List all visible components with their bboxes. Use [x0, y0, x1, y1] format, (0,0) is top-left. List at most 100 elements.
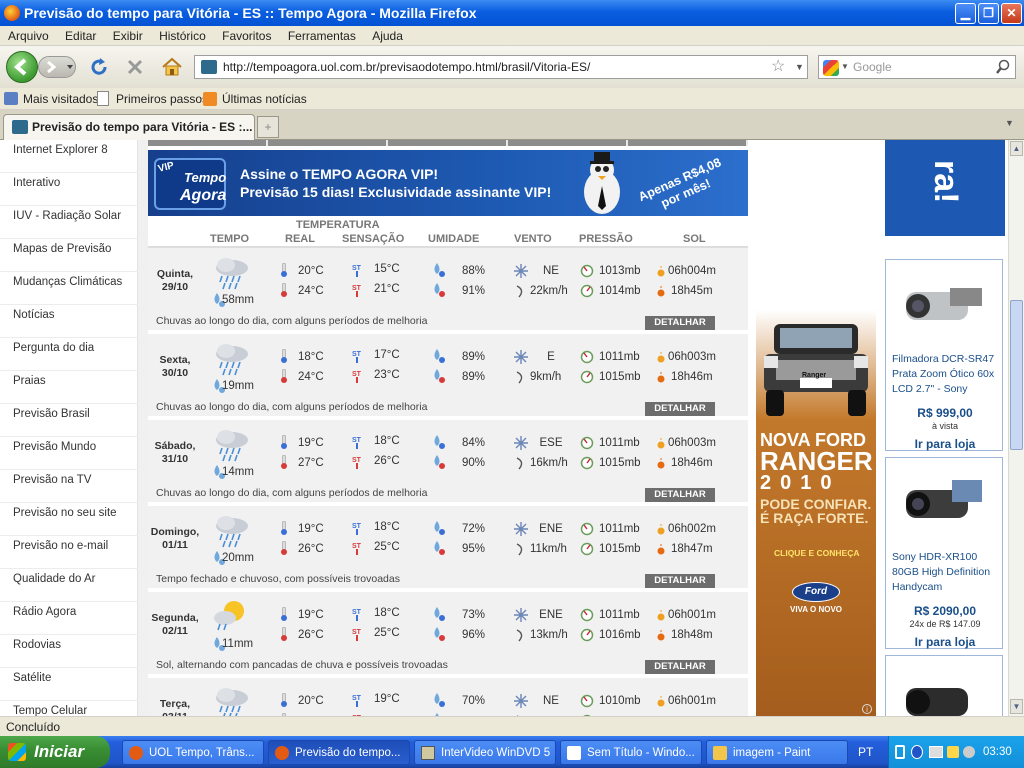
stop-icon[interactable] [124, 56, 146, 78]
row-day: Quinta, 29/10 [156, 268, 194, 293]
new-tab-button[interactable]: + [257, 116, 279, 138]
product-2-name[interactable]: Sony HDR-XR100 80GB High Definition Hand… [892, 550, 1000, 595]
engine-dropdown-icon[interactable]: ▼ [841, 56, 849, 78]
product-card-3[interactable] [885, 655, 1003, 716]
row-hum-max: 96% [462, 629, 486, 641]
detalhar-button[interactable]: DETALHAR [645, 488, 715, 502]
row-hum-min: 84% [462, 437, 486, 449]
search-box[interactable]: ▼ Google [818, 55, 1016, 79]
address-bar[interactable]: http://tempoagora.uol.com.br/previsaodot… [194, 55, 808, 79]
sidebar-item[interactable]: Satélite [0, 668, 138, 701]
product-2-link[interactable]: Ir para loja [886, 635, 1004, 649]
search-icon[interactable] [995, 59, 1011, 75]
ford-cta[interactable]: CLIQUE E CONHEÇA [774, 548, 859, 558]
detalhar-button[interactable]: DETALHAR [645, 574, 715, 588]
header-vento: VENTO [514, 233, 552, 245]
sidebar-item[interactable]: Notícias [0, 305, 138, 338]
most-visited-icon [4, 92, 18, 105]
scroll-up-button[interactable]: ▲ [1010, 141, 1023, 156]
back-button[interactable] [6, 51, 38, 83]
home-icon[interactable] [160, 55, 184, 79]
bookmark-getting-started[interactable]: Primeiros passos [116, 88, 208, 110]
start-button[interactable]: Iniciar [0, 736, 110, 768]
volume-icon[interactable] [963, 746, 975, 758]
close-button[interactable]: ✕ [1001, 3, 1022, 24]
minimize-button[interactable]: ▁ [955, 3, 976, 24]
tab-list-icon[interactable]: ▼ [1005, 118, 1014, 128]
system-tray: 03:30 [888, 736, 1024, 768]
task-windows-media[interactable]: Sem Título - Windo... [560, 740, 702, 765]
sidebar-item[interactable]: Previsão Mundo [0, 437, 138, 470]
tray-app-icon[interactable] [895, 745, 905, 759]
product-1-name[interactable]: Filmadora DCR-SR47 Prata Zoom Ótico 60x … [892, 352, 1000, 397]
sidebar-item[interactable]: Praias [0, 371, 138, 404]
bluetooth-icon[interactable] [911, 745, 923, 759]
network-icon[interactable] [929, 746, 943, 758]
header-sensacao: SENSAÇÃO [342, 233, 405, 245]
menu-ajuda[interactable]: Ajuda [372, 29, 403, 43]
sidebar-item[interactable]: Rádio Agora [0, 602, 138, 635]
menu-editar[interactable]: Editar [65, 29, 96, 43]
scroll-down-button[interactable]: ▼ [1010, 699, 1023, 714]
ad-blue-banner[interactable]: ra! [885, 140, 1005, 236]
tab-current[interactable]: Previsão do tempo para Vitória - ES :... [3, 114, 255, 140]
menu-arquivo[interactable]: Arquivo [8, 29, 49, 43]
sidebar-item[interactable]: Pergunta do dia [0, 338, 138, 371]
bookmark-star-icon[interactable]: ☆ [771, 56, 785, 78]
forward-button[interactable] [38, 56, 76, 78]
window-titlebar[interactable]: Previsão do tempo para Vitória - ES :: T… [0, 0, 1024, 26]
menu-historico[interactable]: Histórico [159, 29, 206, 43]
task-windvd[interactable]: InterVideo WinDVD 5 [414, 740, 556, 765]
vip-banner[interactable]: VIP Tempo Agora Assine o TEMPO AGORA VIP… [148, 150, 748, 216]
task-uol-tempo[interactable]: UOL Tempo, Trâns... [122, 740, 264, 765]
restore-button[interactable]: ❐ [978, 3, 999, 24]
row-press-max: 1016mb [599, 629, 641, 641]
sidebar-item[interactable]: Previsão na TV [0, 470, 138, 503]
sidebar-item[interactable]: Mudanças Climáticas [0, 272, 138, 305]
pressure-min-icon [580, 608, 594, 625]
ad-info-icon[interactable]: i [862, 704, 872, 714]
task-paint[interactable]: imagem - Paint [706, 740, 848, 765]
sidebar-item[interactable]: Qualidade do Ar [0, 569, 138, 602]
menu-exibir[interactable]: Exibir [113, 29, 143, 43]
google-engine-icon[interactable] [823, 60, 839, 76]
wind-direction-icon [514, 436, 528, 453]
sidebar-item[interactable]: IUV - Radiação Solar [0, 206, 138, 239]
forecast-row: Terça,03/11 20°C ST 19°C ST 70% NE 1010m… [148, 678, 748, 716]
ford-ranger-ad[interactable]: Ranger NOVA FORD RANGER 2010 PODE CONFIA… [756, 140, 876, 716]
detalhar-button[interactable]: DETALHAR [645, 316, 715, 330]
sensation-max-icon: ST [351, 282, 363, 301]
row-day: Segunda, 02/11 [151, 612, 199, 637]
menu-favoritos[interactable]: Favoritos [222, 29, 271, 43]
page-icon [97, 91, 109, 106]
wind-speed-icon [515, 284, 527, 301]
weather-rain-icon [212, 686, 252, 716]
detalhar-button[interactable]: DETALHAR [645, 660, 715, 674]
menu-ferramentas[interactable]: Ferramentas [288, 29, 356, 43]
wind-direction-icon [514, 522, 528, 539]
power-icon[interactable] [947, 746, 959, 758]
page-scrollbar[interactable]: ▲ ▼ [1008, 140, 1024, 716]
language-indicator[interactable]: PT [858, 736, 873, 768]
sidebar-item[interactable]: Mapas de Previsão [0, 239, 138, 272]
sidebar-item[interactable]: Tempo Celular [0, 701, 138, 716]
row-sens-max: 25°C [374, 627, 400, 639]
scroll-thumb[interactable] [1010, 300, 1023, 450]
product-card-1[interactable]: Filmadora DCR-SR47 Prata Zoom Ótico 60x … [885, 259, 1003, 451]
bookmark-most-visited[interactable]: Mais visitados [23, 88, 98, 110]
reload-icon[interactable] [88, 56, 110, 78]
sidebar-item[interactable]: Previsão Brasil [0, 404, 138, 437]
sidebar-item[interactable]: Rodovias [0, 635, 138, 668]
sidebar-item[interactable]: Interativo [0, 173, 138, 206]
sidebar-item[interactable]: Previsão no seu site [0, 503, 138, 536]
product-2-price: R$ 2090,00 [913, 604, 977, 618]
detalhar-button[interactable]: DETALHAR [645, 402, 715, 416]
task-previsao[interactable]: Previsão do tempo... [268, 740, 410, 765]
row-press-max: 1014mb [599, 285, 641, 297]
bookmark-latest-news[interactable]: Últimas notícias [222, 88, 307, 110]
sidebar-item[interactable]: Internet Explorer 8 [0, 140, 138, 173]
sidebar-item[interactable]: Previsão no e-mail [0, 536, 138, 569]
product-card-2[interactable]: Sony HDR-XR100 80GB High Definition Hand… [885, 457, 1003, 649]
url-dropdown-icon[interactable]: ▼ [795, 56, 804, 78]
product-1-link[interactable]: Ir para loja [886, 437, 1004, 451]
